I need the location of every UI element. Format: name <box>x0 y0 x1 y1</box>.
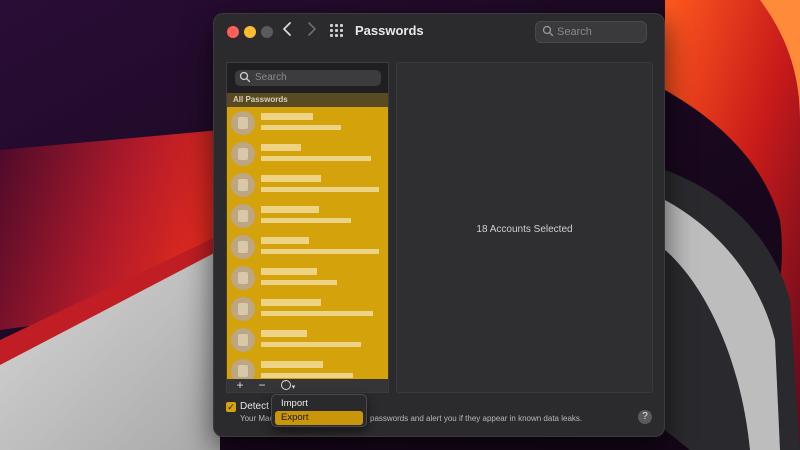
list-search-field[interactable]: Search <box>235 70 381 86</box>
blurred-username <box>261 156 371 161</box>
list-item[interactable] <box>227 231 388 262</box>
list-item[interactable] <box>227 324 388 355</box>
blurred-site-name <box>261 144 301 151</box>
blurred-site-name <box>261 113 313 120</box>
site-avatar <box>231 297 255 321</box>
toolbar-search-placeholder: Search <box>557 26 592 38</box>
chevron-down-icon: ▾ <box>291 384 296 391</box>
search-icon <box>542 25 554 37</box>
selection-count-text: 18 Accounts Selected <box>476 224 573 235</box>
blurred-username <box>261 311 373 316</box>
site-avatar <box>231 204 255 228</box>
show-all-grid-button[interactable] <box>330 24 346 40</box>
list-toolbar: + − ▾ <box>226 376 389 393</box>
detect-compromised-checkbox[interactable]: ✓ <box>226 402 236 412</box>
search-icon <box>239 71 251 83</box>
passwords-window: Passwords Search Search All Passwords + … <box>213 13 665 437</box>
blurred-username <box>261 249 379 254</box>
site-avatar <box>231 266 255 290</box>
list-item[interactable] <box>227 200 388 231</box>
detect-description-left: Your Mac <box>240 414 274 423</box>
blurred-username <box>261 280 337 285</box>
blurred-site-name <box>261 175 321 182</box>
import-passwords-menu-item[interactable]: Import Passwords... <box>275 397 363 423</box>
section-header: All Passwords <box>227 93 388 107</box>
ellipsis-circle-icon <box>280 376 291 390</box>
list-search-placeholder: Search <box>255 72 287 83</box>
blurred-username <box>261 187 379 192</box>
blurred-site-name <box>261 237 309 244</box>
help-button[interactable]: ? <box>638 410 652 424</box>
blurred-site-name <box>261 361 323 368</box>
title-bar: Passwords Search <box>213 13 665 51</box>
window-title: Passwords <box>355 23 424 38</box>
site-avatar <box>231 173 255 197</box>
site-avatar <box>231 111 255 135</box>
more-options-menu: Import Passwords... Export Passwords... <box>271 394 367 437</box>
list-item[interactable] <box>227 262 388 293</box>
blurred-site-name <box>261 268 317 275</box>
blurred-username <box>261 125 341 130</box>
list-item[interactable] <box>227 169 388 200</box>
add-password-button[interactable]: + <box>233 379 247 392</box>
remove-password-button[interactable]: − <box>255 379 269 392</box>
site-avatar <box>231 142 255 166</box>
blurred-username <box>261 218 351 223</box>
blurred-site-name <box>261 330 307 337</box>
list-item[interactable] <box>227 293 388 324</box>
close-window-button[interactable] <box>227 26 239 38</box>
forward-button[interactable] <box>302 21 322 43</box>
password-list-panel: Search All Passwords <box>226 62 389 393</box>
chevron-left-icon <box>283 22 291 36</box>
list-item[interactable] <box>227 107 388 138</box>
list-item[interactable] <box>227 138 388 169</box>
detail-pane: 18 Accounts Selected <box>396 62 653 393</box>
zoom-window-button[interactable] <box>261 26 273 38</box>
blurred-site-name <box>261 206 319 213</box>
minimize-window-button[interactable] <box>244 26 256 38</box>
blurred-site-name <box>261 299 321 306</box>
back-button[interactable] <box>277 21 297 43</box>
site-avatar <box>231 328 255 352</box>
export-passwords-menu-item[interactable]: Export Passwords... <box>275 411 363 437</box>
toolbar-search-field[interactable]: Search <box>535 21 647 43</box>
blurred-username <box>261 342 361 347</box>
password-rows <box>227 107 388 392</box>
detect-description-right: passwords and alert you if they appear i… <box>370 414 583 423</box>
more-options-button[interactable]: ▾ <box>275 376 301 392</box>
site-avatar <box>231 235 255 259</box>
blurred-username <box>261 373 353 378</box>
chevron-right-icon <box>308 22 316 36</box>
